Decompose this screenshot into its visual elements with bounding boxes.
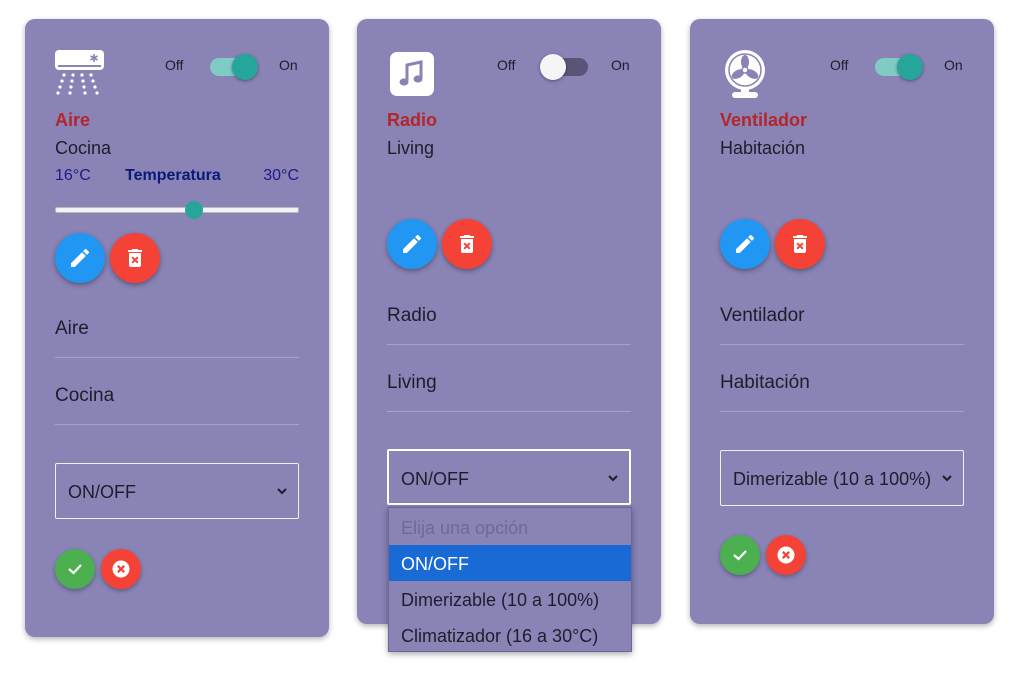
dropdown-option-placeholder: Elija una opción	[401, 518, 529, 538]
music-note-icon	[386, 48, 438, 100]
type-select[interactable]: ON/OFF	[55, 463, 299, 519]
name-field[interactable]: Ventilador	[720, 295, 964, 345]
type-select-value: ON/OFF	[68, 482, 136, 502]
device-name: Ventilador	[720, 110, 808, 130]
pencil-icon	[71, 248, 90, 267]
air-conditioner-icon	[54, 48, 106, 100]
chevron-down-icon	[942, 475, 952, 482]
slider-rail	[55, 207, 299, 213]
check-icon	[68, 564, 82, 575]
fan-icon	[719, 48, 771, 100]
name-field-value: Radio	[387, 305, 437, 326]
room-field-value: Habitación	[720, 372, 810, 393]
confirm-button[interactable]	[55, 549, 95, 589]
edit-button[interactable]	[387, 219, 437, 269]
cancel-button[interactable]	[766, 535, 806, 575]
device-name: Radio	[387, 110, 438, 130]
room-field[interactable]: Habitación	[720, 362, 964, 412]
device-card-aire: Off On Aire Cocina 16°C Temperatura 30°C…	[25, 19, 329, 637]
trash-icon	[460, 235, 474, 253]
name-field[interactable]: Radio	[387, 295, 631, 345]
switch-knob	[897, 54, 923, 80]
slider-thumb[interactable]	[185, 201, 204, 219]
switch-on-label: On	[611, 57, 630, 73]
cancel-circle-icon	[112, 560, 130, 578]
name-field-value: Ventilador	[720, 305, 805, 326]
cancel-circle-icon	[777, 546, 795, 564]
device-room: Living	[387, 138, 435, 158]
pencil-icon	[736, 234, 755, 253]
pencil-icon	[403, 234, 422, 253]
device-card-ventilador: Off On Ventilador Habitación Ventilador …	[690, 19, 994, 624]
delete-button[interactable]	[442, 219, 492, 269]
switch-off-label: Off	[165, 57, 184, 73]
chevron-down-icon	[608, 475, 618, 482]
device-room: Cocina	[55, 138, 112, 158]
dropdown-option-climatizador[interactable]: Climatizador (16 a 30°C)	[389, 617, 631, 653]
edit-button[interactable]	[55, 233, 105, 283]
edit-button[interactable]	[720, 219, 770, 269]
temperature-min: 16°C	[55, 167, 91, 184]
dropdown-option-dimerizable[interactable]: Dimerizable (10 a 100%)	[389, 581, 631, 617]
name-field[interactable]: Aire	[55, 308, 299, 358]
room-field-value: Living	[387, 372, 437, 393]
type-select-dropdown: Elija una opción ON/OFF Dimerizable (10 …	[388, 507, 632, 652]
room-field[interactable]: Cocina	[55, 375, 299, 425]
delete-button[interactable]	[110, 233, 160, 283]
name-field-value: Aire	[55, 318, 89, 339]
switch-off-label: Off	[830, 57, 849, 73]
type-select[interactable]: ON/OFF	[387, 449, 631, 505]
device-room: Habitación	[720, 138, 806, 158]
power-switch[interactable]	[540, 54, 590, 80]
check-icon	[733, 550, 747, 561]
room-field[interactable]: Living	[387, 362, 631, 412]
power-switch[interactable]	[210, 54, 258, 80]
type-select-value: ON/OFF	[401, 469, 469, 489]
delete-button[interactable]	[775, 219, 825, 269]
type-select[interactable]: Dimerizable (10 a 100%)	[720, 450, 964, 506]
trash-icon	[793, 235, 807, 253]
switch-on-label: On	[944, 57, 963, 73]
chevron-down-icon	[277, 488, 287, 495]
switch-off-label: Off	[497, 57, 516, 73]
type-select-value: Dimerizable (10 a 100%)	[733, 469, 932, 489]
trash-icon	[128, 249, 142, 267]
room-field-value: Cocina	[55, 385, 115, 406]
temperature-max: 30°C	[263, 167, 299, 184]
cancel-button[interactable]	[101, 549, 141, 589]
temperature-label: Temperatura	[125, 167, 221, 184]
switch-on-label: On	[279, 57, 298, 73]
power-switch[interactable]	[875, 54, 923, 80]
switch-knob	[232, 54, 258, 80]
dropdown-option-onoff[interactable]: ON/OFF	[389, 545, 631, 581]
temperature-slider[interactable]	[55, 201, 299, 221]
temperature-row: 16°C Temperatura 30°C	[55, 167, 299, 187]
confirm-button[interactable]	[720, 535, 760, 575]
switch-knob	[540, 54, 566, 80]
device-name: Aire	[55, 110, 91, 130]
